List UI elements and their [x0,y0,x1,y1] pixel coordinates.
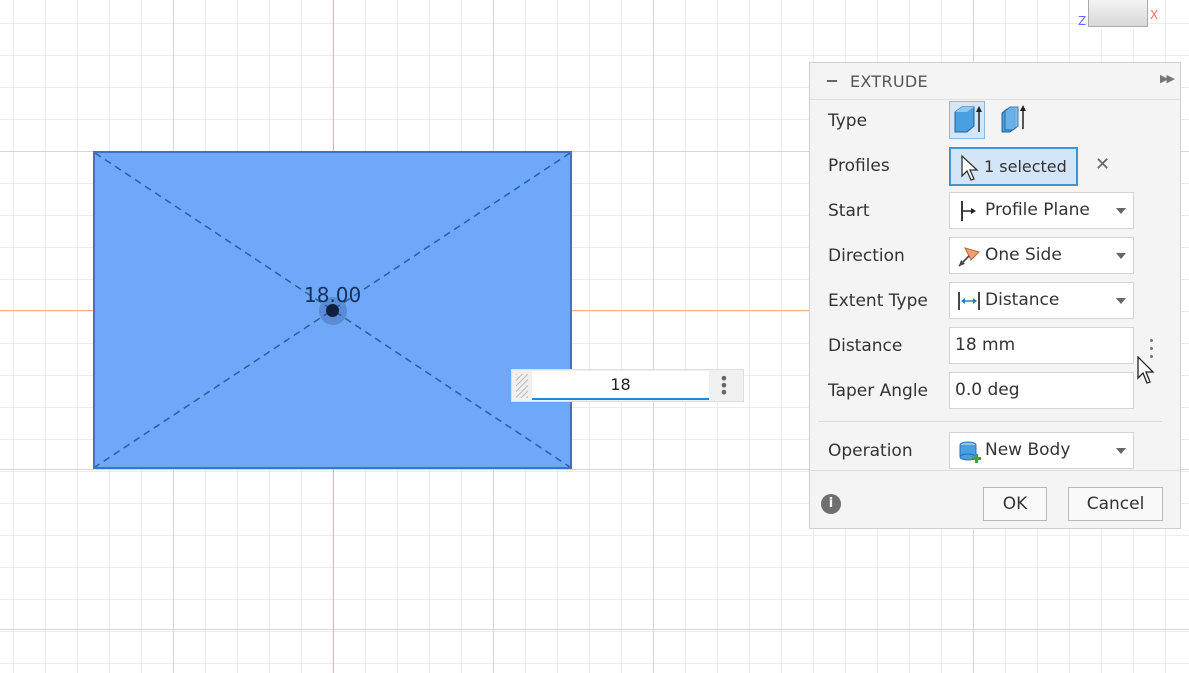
two-side-extrude-button[interactable] [994,101,1030,139]
chevron-down-icon [1116,208,1126,214]
extrude-dialog: EXTRUDE ▶▶ Type Profiles 1 selected ✕ St… [809,62,1181,529]
pointer-cursor-icon [961,154,979,181]
two-side-extrude-icon [1001,105,1026,133]
info-icon[interactable]: i [821,494,841,514]
distance-input[interactable]: 18 mm [949,327,1134,364]
new-body-icon [959,441,981,463]
chevron-down-icon [1116,298,1126,304]
profiles-selection-button[interactable]: 1 selected [949,147,1078,186]
start-dropdown[interactable]: Profile Plane [949,192,1134,229]
distance-dimension-label: 18.00 [304,283,362,307]
mouse-cursor-icon [1137,356,1155,384]
drag-grip-icon[interactable] [516,374,528,398]
dialog-header: EXTRUDE ▶▶ [810,63,1180,100]
type-label: Type [828,111,868,131]
one-side-extrude-button[interactable] [949,101,985,139]
profiles-selection-text: 1 selected [984,157,1067,176]
profile-plane-icon [961,201,976,221]
z-axis-label: Z [1078,14,1087,28]
direction-label: Direction [828,246,905,266]
direction-dropdown[interactable]: One Side [949,237,1134,274]
direction-value: One Side [985,245,1062,265]
view-cube[interactable] [1088,0,1148,27]
taper-angle-input[interactable]: 0.0 deg [949,372,1134,409]
dialog-footer: i OK Cancel [810,470,1180,530]
expand-icon[interactable]: ▶▶ [1160,72,1175,85]
grid-line [653,0,654,673]
one-side-direction-icon [958,247,980,267]
clear-selection-icon[interactable]: ✕ [1095,154,1110,175]
distance-mini-field[interactable]: 18 [532,371,709,400]
one-side-extrude-icon [954,106,982,133]
extent-type-value: Distance [985,290,1060,310]
start-label: Start [828,201,870,221]
chevron-down-icon [1116,448,1126,454]
dialog-title: EXTRUDE [850,72,928,91]
grid-line [0,629,1189,630]
profiles-label: Profiles [828,156,890,176]
distance-manipulator-input[interactable]: 18 • • • [511,369,744,402]
operation-dropdown[interactable]: New Body [949,432,1134,469]
x-axis-label: X [1150,8,1159,22]
operation-label: Operation [828,441,913,461]
section-divider [818,421,1162,422]
collapse-icon[interactable] [827,80,837,82]
mini-kebab-icon[interactable]: • • • [718,371,730,401]
taper-angle-label: Taper Angle [828,381,929,401]
distance-extent-icon [958,292,980,310]
operation-value: New Body [985,440,1071,460]
cancel-button[interactable]: Cancel [1068,487,1163,521]
start-value: Profile Plane [985,200,1090,220]
ok-button[interactable]: OK [983,487,1047,521]
chevron-down-icon [1116,253,1126,259]
extent-type-dropdown[interactable]: Distance [949,282,1134,319]
distance-label: Distance [828,336,903,356]
extent-type-label: Extent Type [828,291,928,311]
